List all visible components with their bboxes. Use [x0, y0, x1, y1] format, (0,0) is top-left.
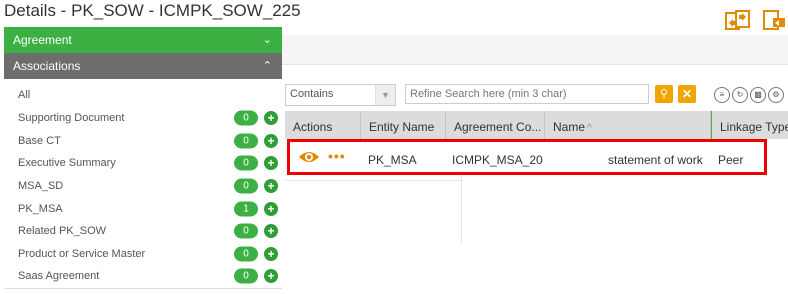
count-badge: 1	[234, 201, 258, 217]
sidebar-item-msa-sd[interactable]: MSA_SD 0 +	[4, 175, 282, 198]
page-title: Details - PK_SOW - ICMPK_SOW_225	[4, 1, 301, 20]
list-view-icon[interactable]: ≡	[714, 87, 730, 103]
sidebar-item-label: Supporting Document	[18, 112, 125, 125]
count-badge: 0	[234, 133, 258, 149]
divider	[4, 288, 282, 289]
sidebar-item-all[interactable]: All	[4, 79, 282, 107]
column-header-actions[interactable]: Actions	[285, 111, 361, 139]
sidebar-item-saas-agreement[interactable]: Saas Agreement 0 +	[4, 265, 282, 288]
associations-section-label: Associations	[13, 59, 81, 73]
add-icon[interactable]: +	[264, 156, 278, 171]
edit-doc-icon[interactable]	[760, 8, 788, 32]
sidebar-item-label: Base CT	[18, 134, 61, 147]
column-header-entity-name[interactable]: Entity Name	[361, 111, 446, 139]
header-actions	[724, 8, 788, 32]
sidebar-item-base-ct[interactable]: Base CT 0 +	[4, 130, 282, 153]
cell-agreement-code: ICMPK_MSA_20	[452, 153, 543, 167]
filter-operator-value: Contains	[290, 88, 334, 100]
add-icon[interactable]: +	[264, 201, 278, 216]
eye-icon[interactable]	[298, 149, 320, 165]
table-row[interactable]: ••• PK_MSA ICMPK_MSA_20 statement of wor…	[287, 139, 767, 175]
associations-section-header[interactable]: Associations ⌃	[4, 53, 282, 79]
sidebar-item-product-or-service-master[interactable]: Product or Service Master 0 +	[4, 243, 282, 266]
sidebar-item-pk-msa[interactable]: PK_MSA 1 +	[4, 197, 282, 220]
sidebar-item-label: MSA_SD	[18, 180, 64, 193]
grid-tools: ≡ ↻ ▩ ⚙	[714, 87, 784, 103]
chevron-up-icon: ⌃	[262, 59, 272, 72]
sidebar: Agreement ⌄ Associations ⌃ All Supportin…	[4, 27, 282, 294]
sidebar-item-label: Related PK_SOW	[18, 225, 107, 238]
divider	[461, 175, 462, 243]
sidebar-item-label: Product or Service Master	[18, 247, 146, 260]
column-label: Entity Name	[369, 120, 435, 134]
add-icon[interactable]: +	[264, 179, 278, 194]
sidebar-item-label: Executive Summary	[18, 157, 116, 170]
add-icon[interactable]: +	[264, 111, 278, 126]
column-label: Name	[553, 120, 586, 134]
export-icon[interactable]: ▩	[750, 87, 766, 103]
count-badge: 0	[234, 223, 258, 239]
agreement-section-label: Agreement	[13, 33, 72, 47]
count-badge: 0	[234, 110, 258, 126]
add-icon[interactable]: +	[264, 224, 278, 239]
sort-asc-icon: ^	[587, 123, 592, 134]
sidebar-item-label: PK_MSA	[18, 202, 63, 215]
count-badge: 0	[234, 178, 258, 194]
toolbar-band	[282, 35, 788, 65]
cell-entity-name: PK_MSA	[368, 153, 417, 167]
sidebar-item-supporting-document[interactable]: Supporting Document 0 +	[4, 107, 282, 130]
column-header-name[interactable]: Name ^	[545, 111, 711, 139]
divider	[285, 180, 461, 181]
add-icon[interactable]: +	[264, 246, 278, 261]
count-badge: 0	[234, 268, 258, 284]
sidebar-item-label: Saas Agreement	[18, 270, 100, 283]
column-label: Actions	[293, 120, 333, 134]
column-header-agreement-code[interactable]: Agreement Co...	[446, 111, 545, 139]
grid-header: Actions Entity Name Agreement Co... Name…	[285, 111, 788, 139]
search-icon[interactable]: ⚲	[655, 85, 673, 103]
more-actions-icon[interactable]: •••	[328, 148, 346, 164]
sidebar-item-related-pk-sow[interactable]: Related PK_SOW 0 +	[4, 220, 282, 243]
copy-doc-icon[interactable]	[724, 8, 752, 32]
search-input[interactable]	[405, 84, 649, 104]
cell-linkage-type: Peer	[718, 153, 744, 167]
associations-list: All Supporting Document 0 + Base CT 0 + …	[4, 79, 282, 288]
count-badge: 0	[234, 246, 258, 262]
chevron-down-icon: ⌄	[262, 33, 272, 46]
chevron-down-icon: ▼	[375, 85, 395, 105]
cell-name: statement of work	[608, 153, 703, 167]
sidebar-item-label: All	[18, 89, 31, 101]
column-label: Linkage Type	[720, 120, 788, 134]
clear-icon[interactable]: ✕	[678, 85, 696, 103]
settings-icon[interactable]: ⚙	[768, 87, 784, 103]
count-badge: 0	[234, 155, 258, 171]
add-icon[interactable]: +	[264, 269, 278, 284]
sidebar-item-executive-summary[interactable]: Executive Summary 0 +	[4, 152, 282, 175]
filter-operator-select[interactable]: Contains ▼	[285, 84, 396, 106]
add-icon[interactable]: +	[264, 133, 278, 148]
column-label: Agreement Co...	[454, 120, 542, 134]
agreement-section-header[interactable]: Agreement ⌄	[4, 27, 282, 53]
refresh-icon[interactable]: ↻	[732, 87, 748, 103]
column-header-linkage-type[interactable]: Linkage Type	[711, 111, 788, 139]
